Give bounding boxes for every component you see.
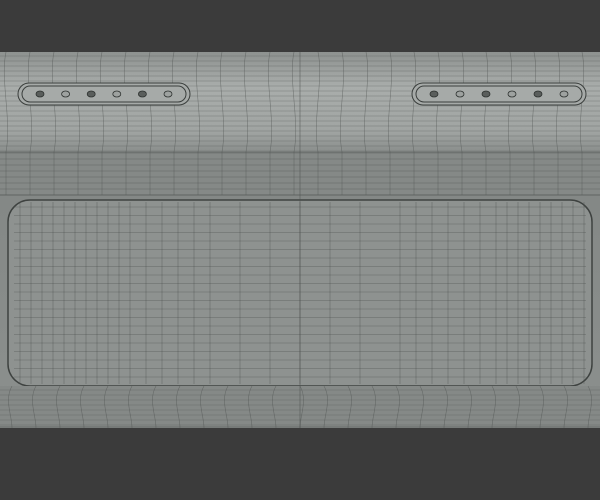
strip-button (137, 90, 147, 98)
3d-viewport[interactable] (0, 0, 600, 500)
strip-button (35, 90, 45, 98)
strip-button (61, 90, 70, 98)
button-strip (17, 82, 191, 106)
wireframe-model (0, 51, 600, 429)
strip-button (481, 90, 491, 98)
button-strip (411, 82, 587, 106)
strip-button (429, 90, 439, 98)
strip-button (507, 90, 517, 98)
strip-button (112, 90, 122, 98)
strip-button (455, 90, 465, 98)
strip-button (559, 90, 569, 98)
strip-button (533, 90, 543, 98)
strip-button (163, 90, 173, 98)
strip-button (86, 90, 96, 98)
